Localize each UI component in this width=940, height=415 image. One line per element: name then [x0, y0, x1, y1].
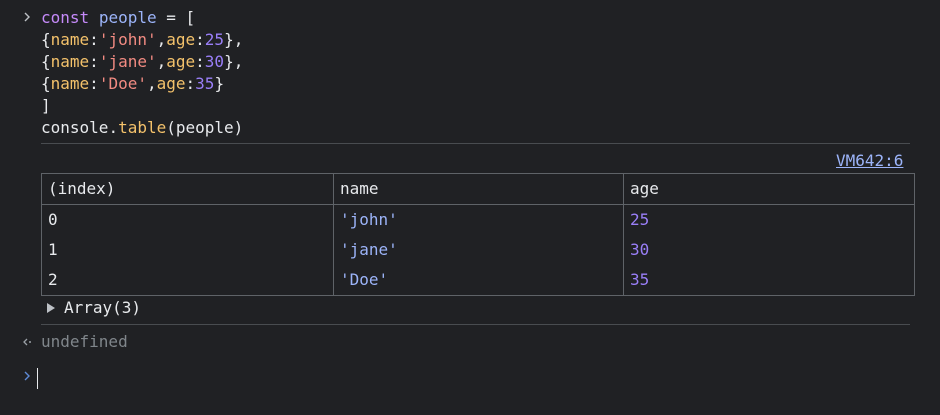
code-line-1: const people = [ — [41, 7, 195, 29]
cell-age: 30 — [623, 235, 915, 265]
cell-index: 1 — [41, 235, 334, 265]
code-colon: : — [195, 30, 205, 49]
code-prop-age: age — [166, 30, 196, 49]
keyword-const: const — [41, 8, 90, 27]
cell-index: 0 — [41, 204, 334, 235]
code-comma: , — [156, 52, 167, 71]
code-brace: { — [41, 30, 51, 49]
code-brace: }, — [224, 52, 244, 71]
code-colon: : — [89, 30, 99, 49]
code-text: = [ — [156, 8, 196, 27]
array-summary: Array(3) — [64, 298, 142, 317]
cell-name: 'john' — [333, 204, 624, 235]
column-header-name[interactable]: name — [333, 173, 624, 205]
chevron-right-icon — [24, 371, 30, 381]
code-string: 'jane' — [98, 52, 157, 71]
console-input-caret[interactable] — [37, 368, 38, 389]
array-expander[interactable]: Array(3) — [47, 297, 141, 319]
code-brace: { — [41, 74, 51, 93]
code-brace: } — [214, 74, 225, 93]
code-line-4: {name:'Doe',age:35} — [41, 73, 224, 95]
code-dot: . — [108, 118, 119, 137]
code-object: console — [41, 118, 109, 137]
code-string: 'Doe' — [98, 74, 147, 93]
code-number: 25 — [204, 30, 225, 49]
code-colon: : — [89, 52, 99, 71]
code-line-2: {name:'john',age:25}, — [41, 29, 243, 51]
variable-people: people — [98, 8, 157, 27]
table-row: 1 'jane' 30 — [41, 235, 915, 265]
table-row: 2 'Doe' 35 — [41, 265, 915, 296]
code-prop-name: name — [50, 74, 90, 93]
code-method: table — [118, 118, 167, 137]
column-header-index[interactable]: (index) — [41, 173, 334, 205]
cell-age: 35 — [623, 265, 915, 296]
code-number: 30 — [204, 52, 225, 71]
code-colon: : — [185, 74, 196, 93]
code-comma: , — [156, 30, 167, 49]
code-prop-name: name — [50, 52, 90, 71]
code-line-5: ] — [41, 96, 51, 115]
code-prop-age: age — [166, 52, 196, 71]
source-location-link[interactable]: VM642:6 — [836, 151, 903, 171]
code-prop-age: age — [156, 74, 186, 93]
code-line-3: {name:'jane',age:30}, — [41, 51, 243, 73]
cell-age: 25 — [623, 204, 915, 235]
code-args: (people) — [166, 118, 244, 137]
cell-name: 'jane' — [333, 235, 624, 265]
table-header-row: (index) name age — [41, 173, 915, 205]
code-colon: : — [89, 74, 99, 93]
code-comma: , — [146, 74, 157, 93]
cell-index: 2 — [41, 265, 334, 296]
column-header-age[interactable]: age — [623, 173, 915, 205]
code-number: 35 — [195, 74, 215, 93]
return-arrow-icon — [23, 338, 31, 346]
divider — [41, 143, 910, 144]
code-brace: }, — [224, 30, 244, 49]
chevron-right-icon — [24, 12, 30, 22]
divider — [41, 324, 910, 325]
code-string: 'john' — [98, 30, 157, 49]
code-brace: { — [41, 52, 51, 71]
code-prop-name: name — [50, 30, 90, 49]
cell-name: 'Doe' — [333, 265, 624, 296]
code-line-6: console.table(people) — [41, 117, 243, 139]
code-colon: : — [195, 52, 205, 71]
return-value: undefined — [41, 332, 128, 351]
triangle-right-icon[interactable] — [47, 303, 55, 313]
table-row: 0 'john' 25 — [41, 204, 915, 235]
console-table: (index) name age 0 'john' 25 1 'jane' 30… — [41, 173, 915, 296]
